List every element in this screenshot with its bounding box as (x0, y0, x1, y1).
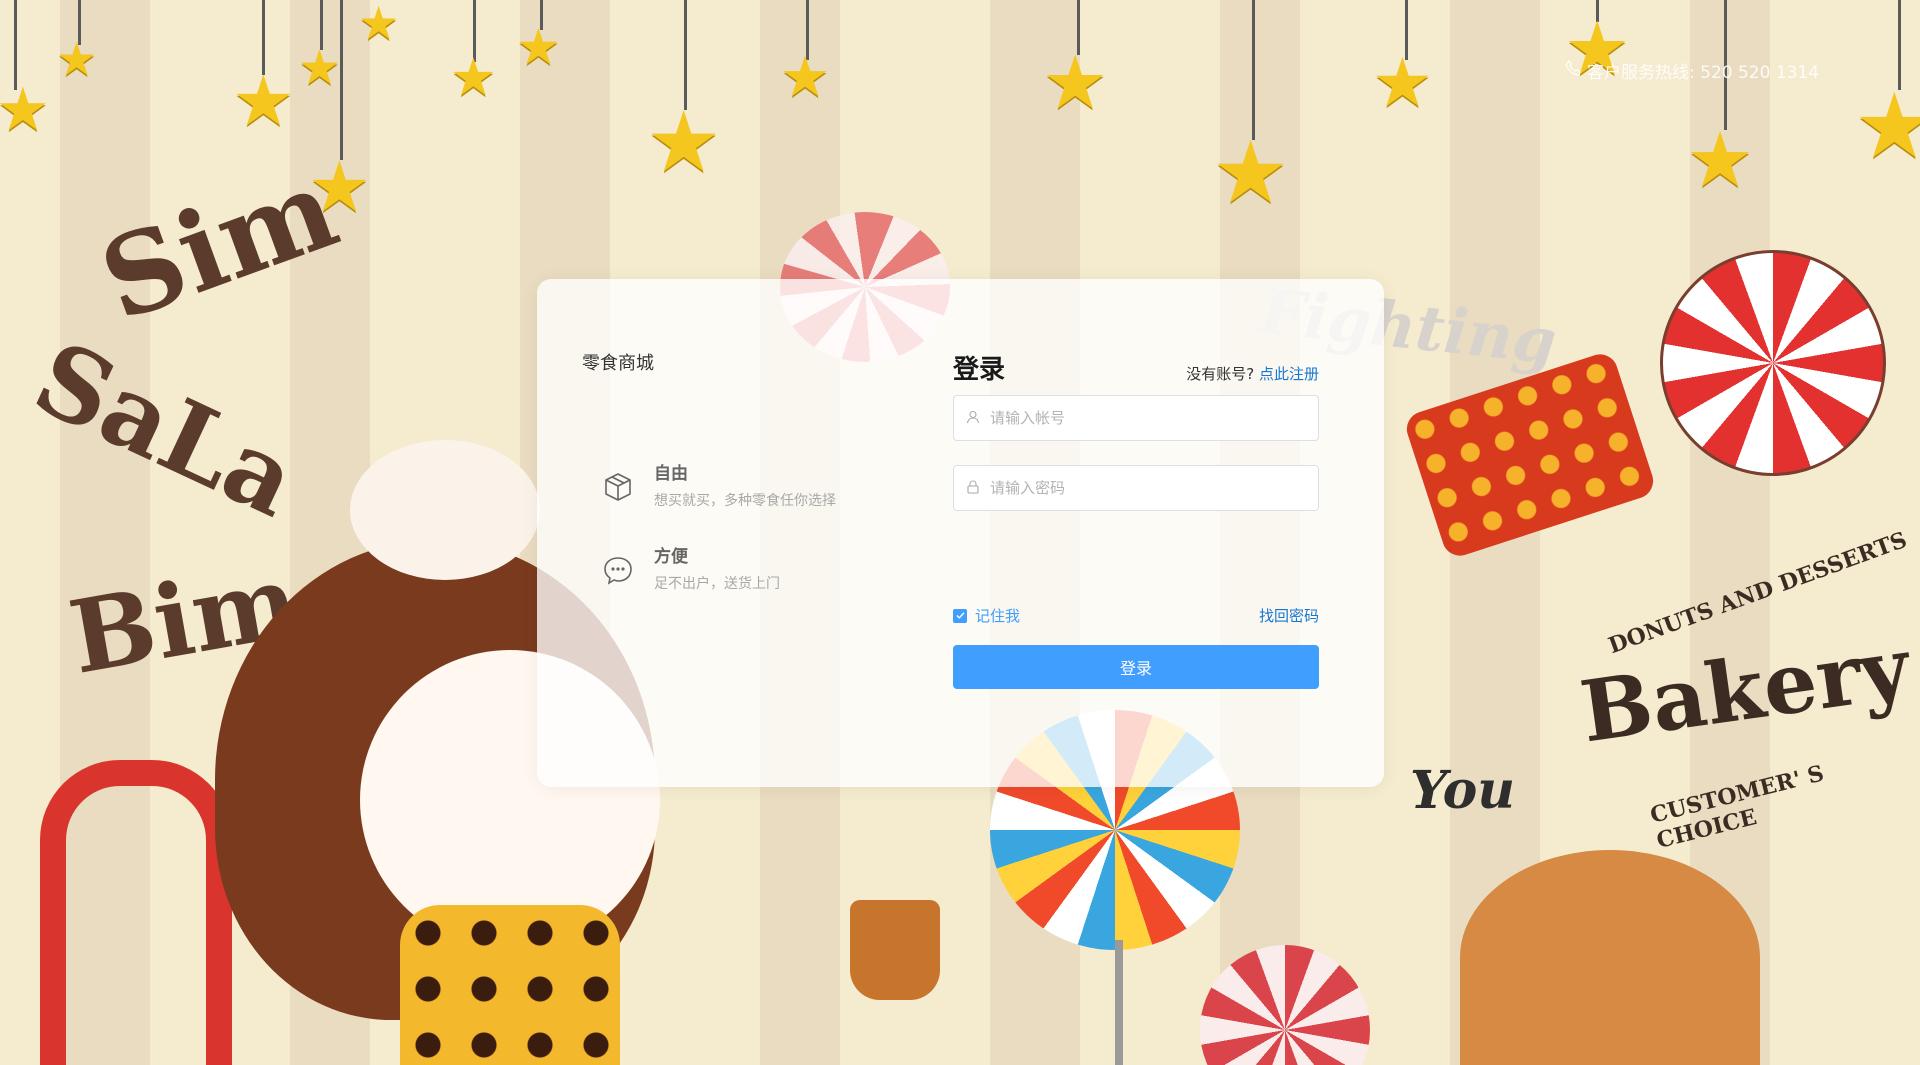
star-icon: ★ (298, 40, 342, 96)
girl-shirt (400, 905, 620, 1065)
no-account-text: 没有账号? (1186, 365, 1255, 383)
service-hotline: 客户服务热线: 520 520 1314 (1565, 58, 1819, 83)
star-icon: ★ (0, 75, 50, 145)
hotline-text: 客户服务热线: 520 520 1314 (1587, 63, 1820, 83)
swirl-lollipop (1660, 250, 1886, 476)
remember-checkbox[interactable]: 记住我 (953, 605, 1020, 626)
star-string (340, 0, 343, 160)
star-icon: ★ (1686, 115, 1755, 204)
deco-text-you: You (1410, 760, 1516, 821)
remember-row: 记住我 找回密码 (953, 605, 1319, 626)
login-page: ★ ★ ★ ★ ★ ★ ★ ★ ★ ★ ★ ★ ★ ★ ★ ★ Sim SaLa… (0, 0, 1920, 1065)
candy-wrapper (1402, 349, 1658, 561)
forgot-password-link[interactable]: 找回密码 (1259, 605, 1319, 626)
lock-icon (954, 479, 988, 498)
star-icon: ★ (56, 32, 98, 86)
chat-icon (602, 554, 634, 586)
register-link[interactable]: 点此注册 (1259, 365, 1319, 383)
star-icon: ★ (646, 93, 722, 191)
deco-text-customer: CUSTOMER' S CHOICE (1647, 760, 1827, 854)
feature-convenient: 方便 足不出户，送货上门 (602, 542, 780, 593)
username-input[interactable] (988, 408, 1318, 428)
star-icon: ★ (1212, 123, 1290, 223)
star-icon: ★ (516, 18, 561, 76)
login-button[interactable]: 登录 (953, 645, 1319, 689)
login-card: 零食商城 自由 想买就买，多种零食任你选择 方便 足不出户，送货上门 登录 没有… (537, 279, 1384, 787)
login-title: 登录 (953, 355, 1006, 385)
star-icon: ★ (358, 0, 400, 50)
star-icon: ★ (1854, 74, 1920, 179)
box-icon (602, 471, 634, 503)
feature-title: 自由 (654, 464, 688, 484)
checkbox-checked-icon[interactable] (953, 608, 967, 623)
feature-desc: 足不出户，送货上门 (654, 576, 780, 592)
star-icon: ★ (1372, 44, 1433, 123)
password-field[interactable] (953, 465, 1319, 511)
star-icon: ★ (1042, 40, 1109, 126)
feature-title: 方便 (654, 547, 688, 567)
user-icon (954, 409, 988, 428)
password-input[interactable] (988, 478, 1318, 498)
boy-character (1460, 850, 1760, 1065)
register-row: 没有账号? 点此注册 (1186, 363, 1319, 384)
bun-character (350, 440, 540, 580)
lollipop-stick (1115, 940, 1123, 1065)
brand-name: 零食商城 (582, 353, 654, 374)
star-icon: ★ (450, 48, 497, 108)
feature-desc: 想买就买，多种零食任你选择 (654, 493, 836, 509)
star-icon: ★ (232, 60, 295, 142)
phone-icon (1565, 59, 1581, 81)
feature-free: 自由 想买就买，多种零食任你选择 (602, 459, 836, 510)
remember-label: 记住我 (975, 607, 1021, 625)
username-field[interactable] (953, 395, 1319, 441)
star-icon: ★ (780, 45, 831, 110)
star-string (1252, 0, 1255, 140)
cupcake (850, 900, 940, 1000)
candy-cane (40, 760, 232, 1065)
